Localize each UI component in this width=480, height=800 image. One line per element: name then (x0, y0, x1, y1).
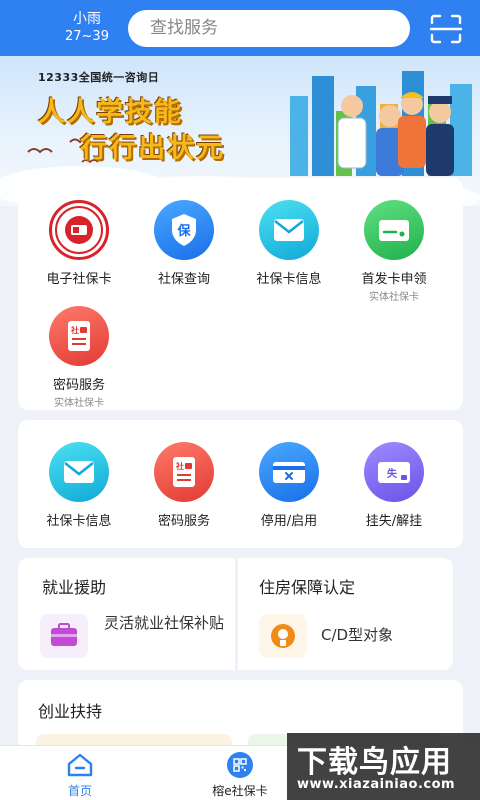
employment-item-label: 灵活就业社保补贴 (104, 614, 225, 632)
envelope-icon (49, 442, 109, 502)
briefcase-icon (40, 614, 88, 658)
banner-title-line1: 人人学技能 (38, 97, 183, 128)
svg-text:社: 社 (175, 461, 184, 471)
svg-text:社: 社 (70, 325, 79, 335)
weather-widget[interactable]: 小雨 27~39 (62, 10, 112, 46)
service-disable-enable[interactable]: 停用/启用 (234, 442, 344, 529)
service-label: 挂失/解挂 (365, 514, 423, 529)
service-password[interactable]: 社 密码服务 实体社保卡 (24, 306, 134, 409)
nav-ecard[interactable]: 榕e社保卡 (195, 752, 285, 799)
housing-item-label: C/D型对象 (321, 626, 394, 644)
svg-text:保: 保 (176, 223, 191, 239)
service-electronic-card[interactable]: 电子社保卡 (24, 200, 134, 287)
social-security-card-icon (49, 200, 109, 260)
password-doc-icon: 社 (49, 306, 109, 366)
service-label: 停用/启用 (260, 514, 318, 529)
employment-housing-card: 就业援助 灵活就业社保补贴 住房保障认定 C/D型对象 (18, 558, 453, 670)
scan-icon[interactable] (430, 14, 462, 44)
envelope-icon (259, 200, 319, 260)
service-sublabel: 实体社保卡 (54, 398, 104, 409)
svg-text:失: 失 (387, 467, 398, 480)
service-sublabel: 实体社保卡 (369, 292, 419, 303)
watermark: 下载鸟应用 www.xiazainiao.com (287, 733, 480, 800)
service-label: 密码服务 (52, 378, 105, 393)
service-card-info[interactable]: 社保卡信息 (234, 200, 344, 287)
service-card-info-2[interactable]: 社保卡信息 (24, 442, 134, 529)
service-label: 电子社保卡 (46, 272, 112, 287)
service-lost-report[interactable]: 失 挂失/解挂 (339, 442, 449, 529)
card-lost-icon: 失 (364, 442, 424, 502)
service-first-card-apply[interactable]: 首发卡申领 实体社保卡 (339, 200, 449, 303)
banner-subtitle: 12333全国统一咨询日 (38, 71, 160, 84)
weather-condition: 小雨 (73, 11, 101, 27)
nav-ecard-label: 榕e社保卡 (212, 784, 268, 798)
service-label: 社保卡信息 (46, 514, 112, 529)
housing-icon (259, 614, 307, 658)
banner-title-line2: 行行出状元 (80, 133, 225, 164)
qr-code-icon (227, 752, 253, 778)
services-card: 电子社保卡 保 社保查询 社保卡信息 首发卡申领 实体社保卡 社 密码服务 实体… (18, 178, 463, 410)
service-password-2[interactable]: 社 密码服务 (129, 442, 239, 529)
watermark-text: 下载鸟应用 (297, 745, 452, 780)
weather-temperature: 27~39 (65, 29, 109, 44)
watermark-url: www.xiazainiao.com (297, 777, 456, 792)
card-divider (235, 558, 238, 670)
nav-home[interactable]: 首页 (35, 752, 125, 799)
service-label: 密码服务 (157, 514, 210, 529)
housing-item[interactable]: C/D型对象 (259, 612, 439, 660)
housing-title: 住房保障认定 (259, 578, 356, 597)
startup-title: 创业扶持 (38, 702, 103, 721)
card-services-card: 社保卡信息 社 密码服务 停用/启用 失 挂失/解挂 (18, 420, 463, 548)
service-label: 社保查询 (157, 272, 210, 287)
card-disable-icon (259, 442, 319, 502)
nav-home-label: 首页 (67, 784, 92, 798)
employment-title: 就业援助 (42, 578, 107, 597)
service-label: 首发卡申领 (361, 272, 427, 287)
password-doc-icon: 社 (154, 442, 214, 502)
shield-bao-icon: 保 (154, 200, 214, 260)
service-label: 社保卡信息 (256, 272, 322, 287)
search-input[interactable]: 查找服务 (128, 10, 410, 47)
home-icon (67, 753, 93, 777)
employment-item[interactable]: 灵活就业社保补贴 (40, 612, 230, 660)
service-social-query[interactable]: 保 社保查询 (129, 200, 239, 287)
top-header: 小雨 27~39 查找服务 (0, 0, 480, 56)
card-icon (364, 200, 424, 260)
